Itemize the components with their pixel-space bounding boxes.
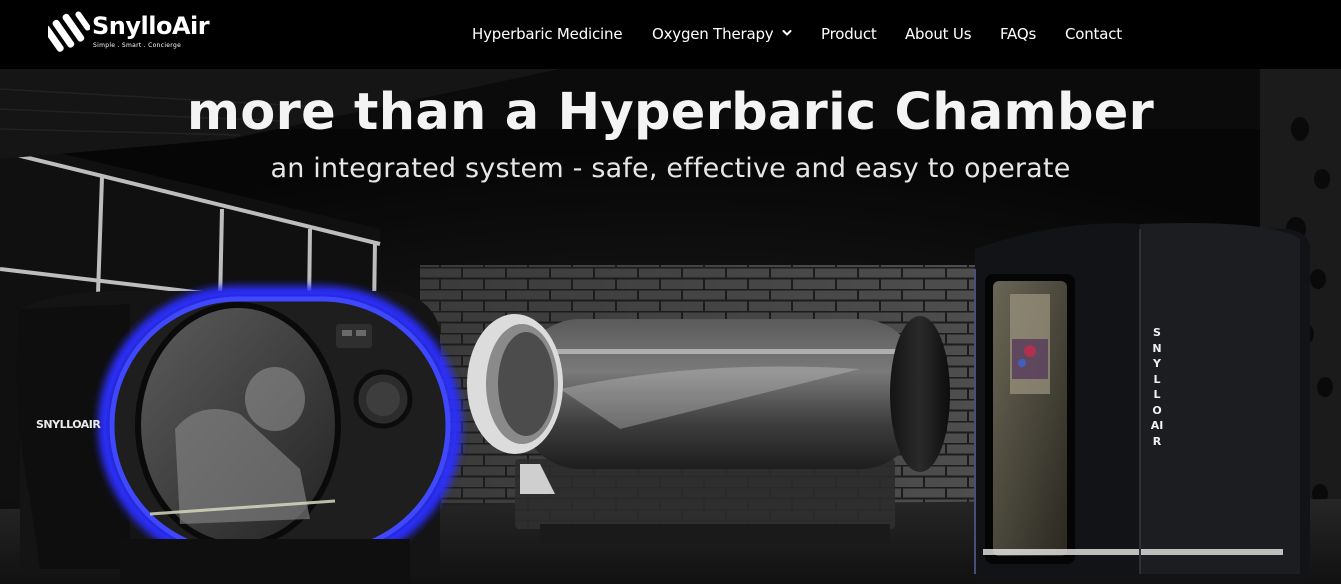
site-header: SnylloAir Simple . Smart . Concierge Hyp…: [0, 0, 1341, 69]
vertical-brand-label: SNYLLO AIR: [1150, 326, 1164, 448]
nav-product[interactable]: Product: [821, 23, 877, 45]
nav-label: Contact: [1065, 25, 1122, 43]
nav-about-us[interactable]: About Us: [905, 23, 972, 45]
nav-contact[interactable]: Contact: [1065, 23, 1122, 45]
hero-title: more than a Hyperbaric Chamber: [186, 83, 1155, 142]
nav-label: Hyperbaric Medicine: [472, 25, 623, 43]
nav-label: About Us: [905, 25, 972, 43]
nav-faqs[interactable]: FAQs: [1000, 23, 1036, 45]
nav-label: FAQs: [1000, 25, 1037, 43]
chamber-brand-label: SNYLLOAIR: [36, 418, 101, 431]
chevron-down-icon: [782, 30, 792, 36]
hero-banner: more than a Hyperbaric Chamber an integr…: [0, 69, 1341, 584]
nav-label: Product: [821, 25, 877, 43]
hero-chambers-image: [0, 69, 1341, 584]
nav-oxygen-therapy[interactable]: Oxygen Therapy: [652, 23, 792, 45]
hero-subtitle: an integrated system - safe, effective a…: [270, 153, 1071, 184]
nav-label: Oxygen Therapy: [652, 25, 774, 43]
main-nav: Hyperbaric Medicine Oxygen Therapy Produ…: [0, 0, 1341, 69]
nav-hyperbaric-medicine[interactable]: Hyperbaric Medicine: [472, 23, 623, 45]
